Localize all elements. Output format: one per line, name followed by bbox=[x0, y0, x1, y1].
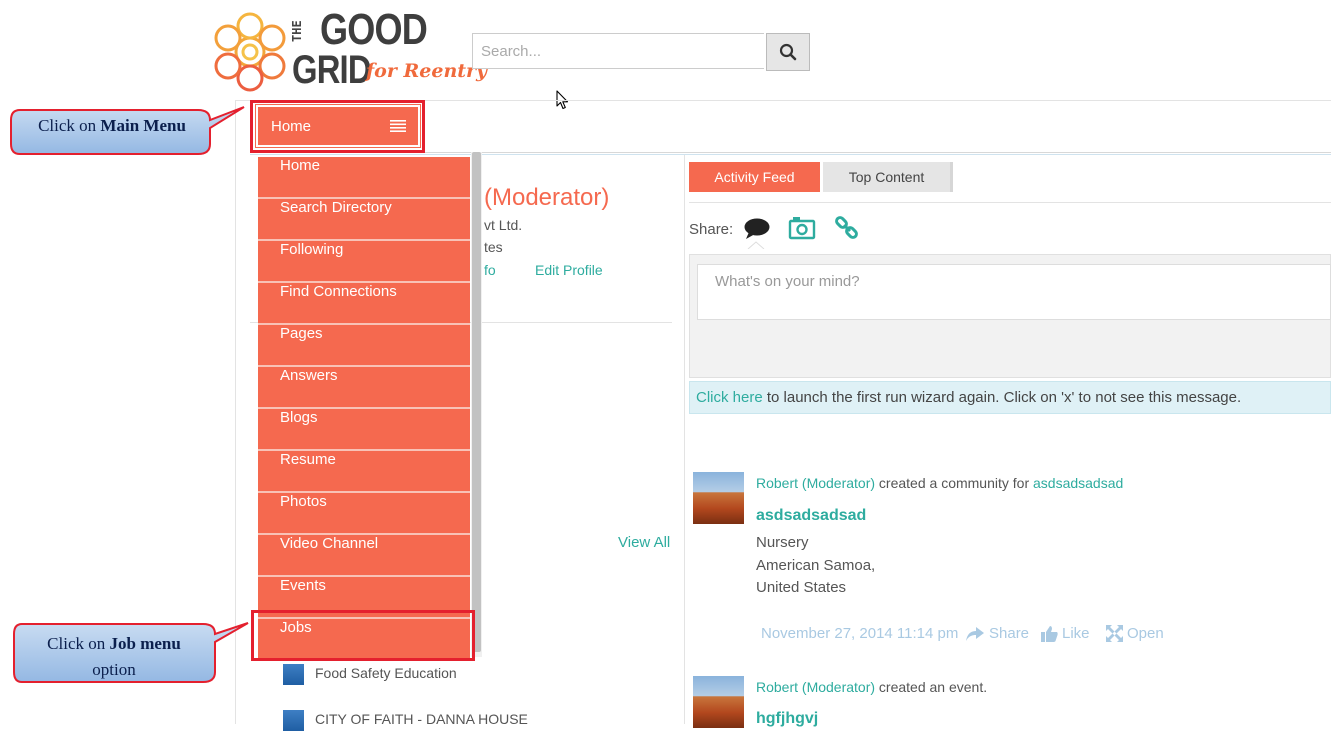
open-label: Open bbox=[1127, 625, 1164, 642]
feed-author-link[interactable]: Robert (Moderator) bbox=[756, 679, 875, 695]
share-action[interactable]: Share bbox=[965, 625, 1029, 642]
logo-good-text: GOOD bbox=[320, 5, 428, 54]
callout-prefix: Click on bbox=[38, 116, 101, 135]
menu-item-answers[interactable]: Answers bbox=[258, 367, 470, 409]
menu-item-video-channel[interactable]: Video Channel bbox=[258, 535, 470, 577]
feed-author-link[interactable]: Robert (Moderator) bbox=[756, 475, 875, 491]
feed-item-title[interactable]: asdsadsadsad bbox=[756, 507, 866, 525]
share-pointer-icon bbox=[747, 241, 765, 249]
logo-the-text: THE bbox=[290, 20, 304, 42]
share-label: Share: bbox=[689, 221, 734, 238]
column-divider bbox=[684, 155, 685, 724]
expand-icon bbox=[1106, 625, 1123, 642]
logo-grid-text: GRID bbox=[292, 48, 372, 92]
menu-item-home[interactable]: Home bbox=[258, 157, 470, 199]
thumbs-up-icon bbox=[1041, 625, 1058, 642]
feed-detail: United States bbox=[756, 579, 847, 596]
callout-bold-text: Main Menu bbox=[100, 116, 186, 135]
hamburger-menu-icon bbox=[390, 120, 406, 132]
feed-action-text: created a community for bbox=[875, 475, 1033, 491]
link-icon[interactable] bbox=[834, 215, 860, 241]
feed-item-title[interactable]: hgfjhgvj bbox=[756, 710, 818, 728]
status-input[interactable]: What's on your mind? bbox=[697, 264, 1331, 320]
menu-item-following[interactable]: Following bbox=[258, 241, 470, 283]
profile-name-suffix: (Moderator) bbox=[484, 184, 610, 211]
feed-item-header: Robert (Moderator) created an event. bbox=[756, 679, 987, 695]
jobs-menu-highlight bbox=[251, 610, 475, 661]
feed-target-link[interactable]: asdsadsadsad bbox=[1033, 475, 1123, 491]
tab-activity-feed[interactable]: Activity Feed bbox=[689, 162, 820, 192]
edit-profile-link[interactable]: Edit Profile bbox=[535, 262, 603, 278]
search-button[interactable] bbox=[766, 33, 810, 71]
list-item-label[interactable]: CITY OF FAITH - DANNA HOUSE bbox=[315, 711, 528, 727]
menu-item-search-directory[interactable]: Search Directory bbox=[258, 199, 470, 241]
profile-location: tes bbox=[484, 239, 503, 255]
list-item-label[interactable]: Food Safety Education bbox=[315, 665, 457, 681]
dropdown-scrollbar-thumb[interactable] bbox=[472, 152, 481, 652]
search-icon bbox=[779, 43, 797, 61]
callout-prefix: Click on bbox=[47, 634, 110, 653]
main-menu-button[interactable]: Home bbox=[255, 104, 421, 148]
wizard-message: Click here to launch the first run wizar… bbox=[689, 381, 1331, 414]
menu-divider-shadow bbox=[250, 154, 1331, 155]
callout-suffix: option bbox=[92, 660, 136, 679]
callout-bold-text: Job menu bbox=[109, 634, 181, 653]
menu-item-resume[interactable]: Resume bbox=[258, 451, 470, 493]
main-menu-label: Home bbox=[271, 117, 312, 135]
view-all-link[interactable]: View All bbox=[618, 534, 670, 551]
flower-logo-icon bbox=[214, 12, 286, 92]
logo-tagline: for Reentry bbox=[366, 60, 488, 82]
menu-item-blogs[interactable]: Blogs bbox=[258, 409, 470, 451]
speech-bubble-icon[interactable] bbox=[743, 217, 771, 241]
profile-company: vt Ltd. bbox=[484, 217, 523, 233]
open-action[interactable]: Open bbox=[1106, 625, 1164, 642]
like-label: Like bbox=[1062, 625, 1090, 642]
feed-detail: American Samoa, bbox=[756, 557, 876, 574]
camera-icon[interactable] bbox=[788, 216, 816, 240]
feed-item-header: Robert (Moderator) created a community f… bbox=[756, 475, 1123, 491]
avatar[interactable] bbox=[693, 676, 744, 728]
main-menu-callout: Click on Main Menu bbox=[14, 116, 210, 136]
share-arrow-icon bbox=[966, 626, 984, 641]
tabs-divider bbox=[689, 202, 1331, 203]
main-menu-dropdown: Home Search Directory Following Find Con… bbox=[258, 157, 470, 659]
share-label: Share bbox=[989, 625, 1030, 642]
wizard-link[interactable]: Click here bbox=[696, 389, 763, 406]
avatar[interactable] bbox=[693, 472, 744, 524]
menu-item-find-connections[interactable]: Find Connections bbox=[258, 283, 470, 325]
wizard-text: to launch the first run wizard again. Cl… bbox=[762, 389, 1242, 406]
like-action[interactable]: Like bbox=[1041, 625, 1090, 642]
feed-detail: Nursery bbox=[756, 534, 809, 551]
search-input[interactable] bbox=[472, 33, 764, 69]
menu-item-pages[interactable]: Pages bbox=[258, 325, 470, 367]
profile-info-link[interactable]: fo bbox=[484, 262, 496, 278]
feed-timestamp: November 27, 2014 11:14 pm bbox=[761, 625, 959, 642]
list-item-thumbnail bbox=[283, 710, 304, 731]
list-item-thumbnail bbox=[283, 664, 304, 685]
job-menu-callout: Click on Job menu option bbox=[14, 631, 214, 683]
feed-action-text: created an event. bbox=[875, 679, 988, 695]
tab-top-content[interactable]: Top Content bbox=[823, 162, 953, 192]
menu-item-photos[interactable]: Photos bbox=[258, 493, 470, 535]
